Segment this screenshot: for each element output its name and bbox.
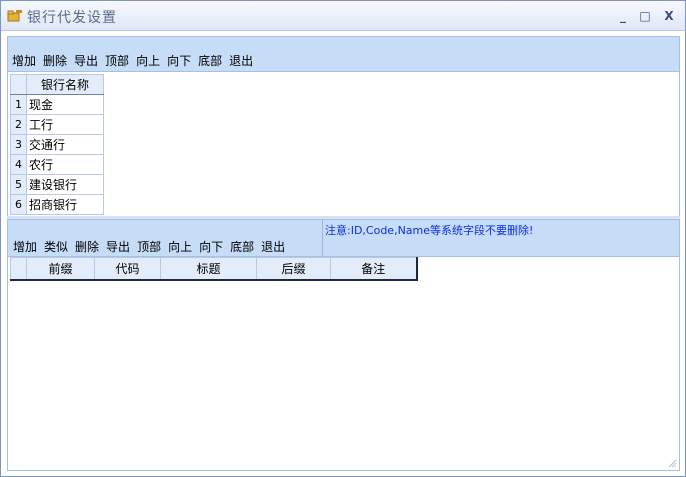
code-column-header[interactable]: 代码 — [94, 257, 161, 281]
maximize-button[interactable]: □ — [637, 8, 653, 24]
row-number: 3 — [10, 134, 27, 155]
bank-bottom-button[interactable]: 底部 — [198, 52, 222, 69]
notice-panel: 注意:ID,Code,Name等系统字段不要删除! — [322, 220, 679, 256]
row-number: 6 — [10, 194, 27, 215]
field-grid-area: 前缀 代码 标题 后缀 备注 — [7, 257, 680, 471]
field-exit-button[interactable]: 退出 — [261, 238, 285, 255]
row-number: 5 — [10, 174, 27, 195]
row-number: 2 — [10, 114, 27, 135]
notice-text: 注意:ID,Code,Name等系统字段不要删除! — [325, 224, 534, 237]
bank-grid-area: 银行名称 1 现金 2 工行 3 交通行 4 农行 5 建设银行 6 招商银行 — [7, 72, 680, 217]
table-row[interactable]: 5 建设银行 — [10, 174, 104, 195]
field-toolbar: 增加 类似 删除 导出 顶部 向上 向下 底部 退出 注意:ID,Code,Na… — [7, 219, 680, 257]
field-add-button[interactable]: 增加 — [13, 238, 37, 255]
resize-grip-icon[interactable] — [667, 458, 677, 468]
bank-toolbar: 增加 删除 导出 顶部 向上 向下 底部 退出 — [7, 36, 680, 72]
table-row[interactable]: 6 招商银行 — [10, 194, 104, 215]
row-number-header — [10, 257, 27, 281]
table-row[interactable]: 4 农行 — [10, 154, 104, 175]
table-row[interactable]: 2 工行 — [10, 114, 104, 135]
field-similar-button[interactable]: 类似 — [44, 238, 68, 255]
table-row[interactable]: 1 现金 — [10, 94, 104, 115]
field-bottom-button[interactable]: 底部 — [230, 238, 254, 255]
bank-name-cell[interactable]: 建设银行 — [26, 174, 104, 195]
suffix-column-header[interactable]: 后缀 — [256, 257, 331, 281]
bank-exit-button[interactable]: 退出 — [229, 52, 253, 69]
title-column-header[interactable]: 标题 — [160, 257, 257, 281]
bank-grid: 银行名称 1 现金 2 工行 3 交通行 4 农行 5 建设银行 6 招商银行 — [10, 74, 104, 215]
close-button[interactable]: X — [661, 8, 677, 24]
bank-add-button[interactable]: 增加 — [12, 52, 36, 69]
bank-export-button[interactable]: 导出 — [74, 52, 98, 69]
bank-name-cell[interactable]: 交通行 — [26, 134, 104, 155]
bank-down-button[interactable]: 向下 — [167, 52, 191, 69]
bank-delete-button[interactable]: 删除 — [43, 52, 67, 69]
folder-key-icon — [7, 10, 22, 22]
table-row[interactable]: 3 交通行 — [10, 134, 104, 155]
row-number: 1 — [10, 94, 27, 115]
title-bar[interactable]: 银行代发设置 _ □ X — [1, 1, 685, 31]
field-delete-button[interactable]: 删除 — [75, 238, 99, 255]
row-number: 4 — [10, 154, 27, 175]
remark-column-header[interactable]: 备注 — [330, 257, 418, 281]
bank-up-button[interactable]: 向上 — [136, 52, 160, 69]
field-grid-header-row: 前缀 代码 标题 后缀 备注 — [10, 257, 418, 281]
minimize-button[interactable]: _ — [615, 8, 631, 24]
prefix-column-header[interactable]: 前缀 — [26, 257, 95, 281]
bank-name-column-header[interactable]: 银行名称 — [26, 74, 104, 95]
field-export-button[interactable]: 导出 — [106, 238, 130, 255]
field-top-button[interactable]: 顶部 — [137, 238, 161, 255]
bank-top-button[interactable]: 顶部 — [105, 52, 129, 69]
bank-toolbar-items: 增加 删除 导出 顶部 向上 向下 底部 退出 — [12, 52, 260, 69]
bank-name-cell[interactable]: 农行 — [26, 154, 104, 175]
bank-name-cell[interactable]: 工行 — [26, 114, 104, 135]
bank-grid-header-row: 银行名称 — [10, 74, 104, 95]
field-toolbar-items: 增加 类似 删除 导出 顶部 向上 向下 底部 退出 — [13, 238, 292, 255]
bank-name-cell[interactable]: 现金 — [26, 94, 104, 115]
row-number-header — [10, 74, 27, 95]
field-grid: 前缀 代码 标题 后缀 备注 — [10, 257, 418, 281]
field-up-button[interactable]: 向上 — [168, 238, 192, 255]
bank-payroll-settings-window: 银行代发设置 _ □ X 增加 删除 导出 顶部 向上 向下 底部 退出 银行名… — [0, 0, 686, 477]
bank-name-cell[interactable]: 招商银行 — [26, 194, 104, 215]
window-title: 银行代发设置 — [27, 10, 117, 26]
field-down-button[interactable]: 向下 — [199, 238, 223, 255]
